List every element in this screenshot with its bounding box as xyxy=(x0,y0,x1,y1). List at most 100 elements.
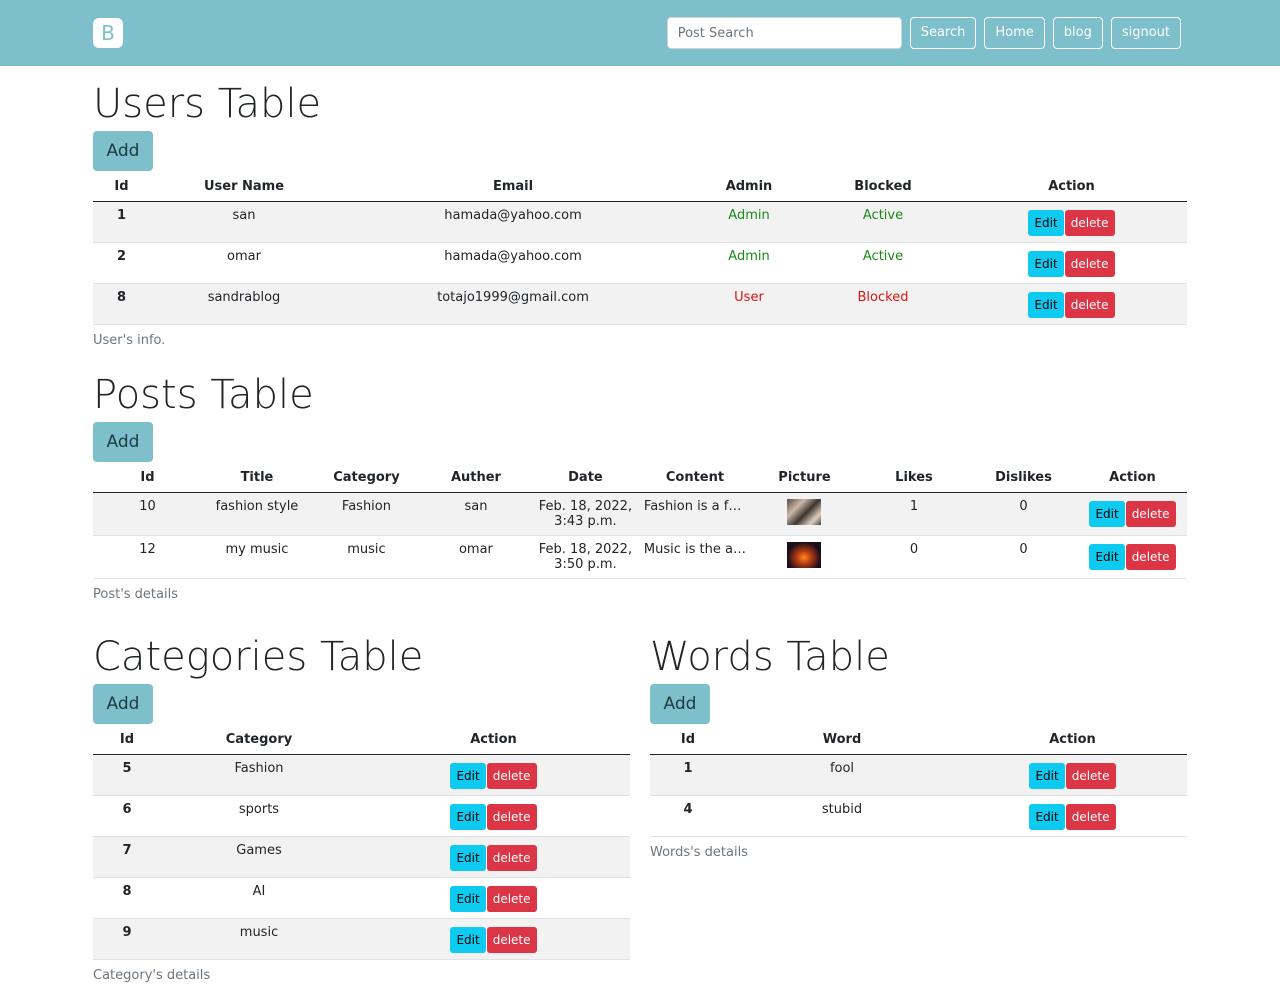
post-likes: 1 xyxy=(858,492,969,536)
post-actions: Edit delete xyxy=(1077,535,1187,579)
post-date-day: Feb. 18, 2022, xyxy=(538,498,633,514)
delete-button[interactable]: delete xyxy=(1064,250,1115,277)
add-category-button[interactable]: Add xyxy=(93,684,153,724)
table-row: 12 my music music omar Feb. 18, 2022, 3:… xyxy=(93,535,1187,579)
edit-button[interactable]: Edit xyxy=(450,844,486,871)
navbar: B Search Home blog signout xyxy=(0,0,1280,66)
edit-button[interactable]: Edit xyxy=(450,762,486,789)
edit-button[interactable]: Edit xyxy=(1089,543,1125,570)
edit-button[interactable]: Edit xyxy=(1028,250,1064,277)
user-admin-status: User xyxy=(688,283,810,325)
add-post-button[interactable]: Add xyxy=(93,422,153,462)
add-user-button[interactable]: Add xyxy=(93,131,153,171)
posts-caption: Post's details xyxy=(93,586,178,602)
delete-button[interactable]: delete xyxy=(486,803,537,830)
delete-button[interactable]: delete xyxy=(486,926,537,953)
post-date: Feb. 18, 2022, 3:50 p.m. xyxy=(530,535,640,579)
user-id: 2 xyxy=(93,242,150,284)
edit-button[interactable]: Edit xyxy=(1028,209,1064,236)
user-actions: Edit delete xyxy=(956,201,1187,243)
word-id: 4 xyxy=(650,795,726,837)
users-col-id: Id xyxy=(93,173,150,202)
delete-button[interactable]: delete xyxy=(486,762,537,789)
posts-col-title: Title xyxy=(201,464,312,493)
delete-button[interactable]: delete xyxy=(1125,500,1176,527)
add-word-button[interactable]: Add xyxy=(650,684,710,724)
post-auther: omar xyxy=(420,535,531,579)
delete-button[interactable]: delete xyxy=(1065,762,1116,789)
user-blocked-status: Blocked xyxy=(810,283,956,325)
user-actions: Edit delete xyxy=(956,283,1187,325)
categories-caption: Category's details xyxy=(93,967,211,983)
edit-button[interactable]: Edit xyxy=(1028,291,1064,318)
user-email: hamada@yahoo.com xyxy=(338,242,688,284)
post-search-input[interactable] xyxy=(666,17,902,49)
search-button[interactable]: Search xyxy=(909,17,977,49)
category-id: 5 xyxy=(93,754,161,796)
table-row: 1 fool Edit delete xyxy=(650,754,1187,796)
home-button[interactable]: Home xyxy=(984,17,1045,49)
posts-col-id: Id xyxy=(93,464,202,493)
edit-button[interactable]: Edit xyxy=(450,803,486,830)
user-blocked-status: Active xyxy=(810,201,956,243)
posts-col-content: Content xyxy=(639,464,750,493)
post-category: music xyxy=(311,535,421,579)
posts-col-category: Category xyxy=(311,464,421,493)
users-table: Id User Name Email Admin Blocked Action … xyxy=(93,173,1187,325)
table-row: 8 AI Edit delete xyxy=(93,877,630,919)
post-category: Fashion xyxy=(311,492,421,536)
post-dislikes: 0 xyxy=(968,535,1078,579)
table-row: 9 music Edit delete xyxy=(93,918,630,960)
words-caption: Words's details xyxy=(650,844,748,860)
edit-button[interactable]: Edit xyxy=(450,926,486,953)
delete-button[interactable]: delete xyxy=(486,885,537,912)
signout-button[interactable]: signout xyxy=(1110,17,1181,49)
edit-button[interactable]: Edit xyxy=(450,885,486,912)
user-name: omar xyxy=(150,242,338,284)
brand-logo[interactable]: B xyxy=(93,18,123,48)
user-actions: Edit delete xyxy=(956,242,1187,284)
post-title: fashion style xyxy=(201,492,312,536)
edit-button[interactable]: Edit xyxy=(1029,762,1065,789)
post-date-time: 3:43 p.m. xyxy=(554,513,617,529)
category-actions: Edit delete xyxy=(357,795,630,837)
category-id: 6 xyxy=(93,795,161,837)
posts-col-dislikes: Dislikes xyxy=(968,464,1078,493)
words-col-id: Id xyxy=(650,726,726,755)
words-col-action: Action xyxy=(958,726,1187,755)
post-picture-thumbnail[interactable] xyxy=(787,498,822,525)
posts-header-row: Id Title Category Auther Date Content Pi… xyxy=(93,464,1187,493)
post-date-day: Feb. 18, 2022, xyxy=(538,541,633,557)
users-col-admin: Admin xyxy=(688,173,810,202)
categories-table: Id Category Action 5 Fashion Edit delete … xyxy=(93,726,630,960)
users-caption: User's info. xyxy=(93,332,166,348)
category-id: 8 xyxy=(93,877,161,919)
category-actions: Edit delete xyxy=(357,754,630,796)
users-col-action: Action xyxy=(956,173,1187,202)
delete-button[interactable]: delete xyxy=(486,844,537,871)
post-auther: san xyxy=(420,492,531,536)
post-likes: 0 xyxy=(858,535,969,579)
delete-button[interactable]: delete xyxy=(1125,543,1176,570)
posts-table: Id Title Category Auther Date Content Pi… xyxy=(93,464,1187,579)
post-id: 12 xyxy=(93,535,202,579)
table-row: 1 san hamada@yahoo.com Admin Active Edit… xyxy=(93,201,1187,243)
post-picture-thumbnail[interactable] xyxy=(787,541,822,568)
post-date: Feb. 18, 2022, 3:43 p.m. xyxy=(530,492,640,536)
blog-button[interactable]: blog xyxy=(1052,17,1103,49)
post-dislikes: 0 xyxy=(968,492,1078,536)
category-id: 7 xyxy=(93,836,161,878)
users-col-email: Email xyxy=(338,173,688,202)
edit-button[interactable]: Edit xyxy=(1029,803,1065,830)
users-col-blocked: Blocked xyxy=(810,173,956,202)
edit-button[interactable]: Edit xyxy=(1089,500,1125,527)
user-email: totajo1999@gmail.com xyxy=(338,283,688,325)
delete-button[interactable]: delete xyxy=(1064,291,1115,318)
delete-button[interactable]: delete xyxy=(1065,803,1116,830)
categories-title: Categories Table xyxy=(93,634,424,680)
users-section: Users Table Add Id User Name Email Admin… xyxy=(93,80,1187,348)
post-title: my music xyxy=(201,535,312,579)
delete-button[interactable]: delete xyxy=(1064,209,1115,236)
table-row: 10 fashion style Fashion san Feb. 18, 20… xyxy=(93,492,1187,536)
navbar-actions: Search Home blog signout xyxy=(666,17,1181,49)
